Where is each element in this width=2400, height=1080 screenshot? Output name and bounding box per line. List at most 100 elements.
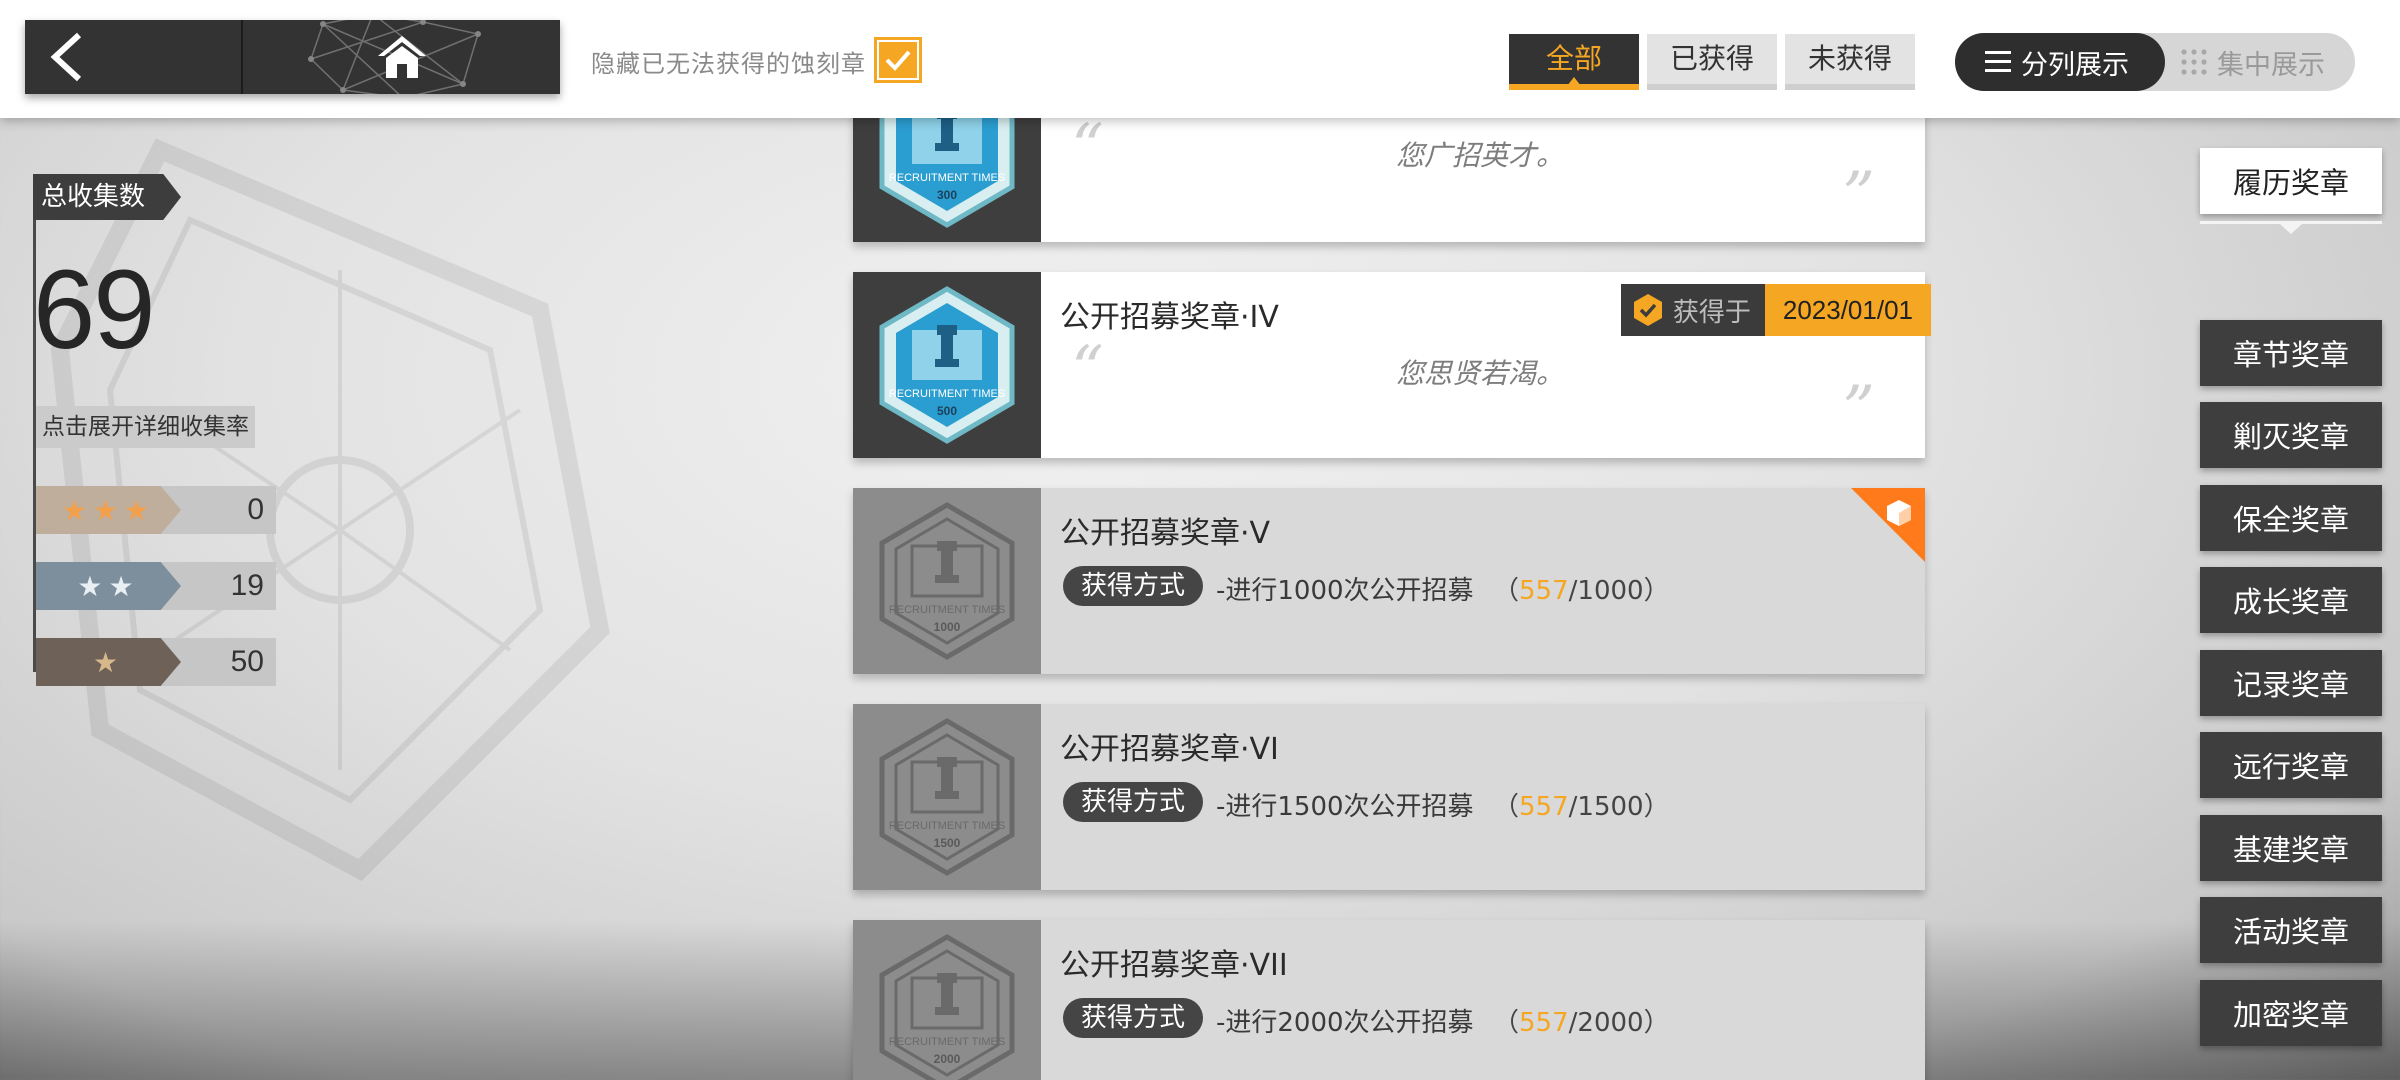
svg-text:1500: 1500 <box>934 836 961 850</box>
filter-tab-all[interactable]: 全部 <box>1509 34 1639 90</box>
hide-unobtainable-checkbox[interactable] <box>874 37 922 83</box>
three-star-icon: ★★★ <box>36 486 181 534</box>
view-mode-grid-button[interactable]: 集中展示 <box>2169 33 2355 91</box>
category-tab-annihilation[interactable]: 剿灭奖章 <box>2200 402 2382 468</box>
rarity-row-2-star: ★★ 19 <box>36 562 276 610</box>
recruitment-medal-locked-icon: RECRUITMENT TIMES 1000 <box>879 502 1015 660</box>
top-bar: 隐藏已无法获得的蚀刻章 全部 已获得 未获得 分列展示 集中展示 <box>0 0 2400 118</box>
svg-text:1000: 1000 <box>934 620 961 634</box>
medal-thumbnail: RECRUITMENT TIMES 500 <box>853 272 1041 458</box>
category-tab-contingency[interactable]: 保全奖章 <box>2200 485 2382 551</box>
obtained-label-box: 获得于 <box>1620 284 1765 336</box>
category-tab-record[interactable]: 记录奖章 <box>2200 650 2382 716</box>
recruitment-medal-locked-icon: RECRUITMENT TIMES 2000 <box>879 934 1015 1080</box>
progress-current: 557 <box>1519 576 1569 606</box>
category-tab-event[interactable]: 活动奖章 <box>2200 897 2382 963</box>
active-category-caret-icon <box>2280 224 2302 234</box>
rarity-count: 0 <box>247 493 264 526</box>
grid-icon <box>2181 49 2207 75</box>
filter-tab-obtained[interactable]: 已获得 <box>1647 34 1777 90</box>
svg-text:2000: 2000 <box>934 1052 961 1066</box>
filter-tab-not-obtained[interactable]: 未获得 <box>1785 34 1915 90</box>
category-tab-chapter[interactable]: 章节奖章 <box>2200 320 2382 386</box>
svg-text:RECRUITMENT TIMES: RECRUITMENT TIMES <box>889 604 1005 616</box>
svg-text:500: 500 <box>937 404 957 418</box>
home-button[interactable] <box>243 20 560 94</box>
medal-name: 公开招募奖章·V <box>1060 516 1271 551</box>
expand-collection-rate-button[interactable]: 点击展开详细收集率 <box>36 406 255 448</box>
checkbox-fill <box>879 42 917 78</box>
svg-text:RECRUITMENT TIMES: RECRUITMENT TIMES <box>889 820 1005 832</box>
acquire-method-text: -进行1000次公开招募 <box>1216 576 1474 606</box>
medal-thumbnail: RECRUITMENT TIMES 2000 <box>853 920 1041 1080</box>
svg-text:RECRUITMENT TIMES: RECRUITMENT TIMES <box>889 1036 1005 1048</box>
acquire-method-text: -进行2000次公开招募 <box>1216 1008 1474 1038</box>
acquire-method-pill: 获得方式 <box>1063 566 1204 606</box>
filter-tab-label: 全部 <box>1545 42 1602 75</box>
progress-total: /2000 <box>1568 1008 1644 1038</box>
category-tab-growth[interactable]: 成长奖章 <box>2200 567 2382 633</box>
category-tab-expedition[interactable]: 远行奖章 <box>2200 732 2382 798</box>
medal-card[interactable]: RECRUITMENT TIMES 1000 公开招募奖章·V 获得方式 -进行… <box>853 488 1925 674</box>
progress-total: /1500 <box>1568 792 1644 822</box>
medal-card[interactable]: RECRUITMENT TIMES 500 公开招募奖章·IV 获得于 2023… <box>853 272 1931 458</box>
category-tab-base[interactable]: 基建奖章 <box>2200 815 2382 881</box>
two-star-icon: ★★ <box>36 562 181 610</box>
list-icon <box>1985 51 2011 72</box>
recruitment-medal-locked-icon: RECRUITMENT TIMES 1500 <box>879 718 1015 876</box>
new-corner-badge-icon <box>1851 488 1925 562</box>
medal-thumbnail: RECRUITMENT TIMES 1500 <box>853 704 1041 890</box>
nav-button-group <box>25 20 560 94</box>
progress-current: 557 <box>1519 1008 1569 1038</box>
rarity-row-3-star: ★★★ 0 <box>36 486 276 534</box>
quote-close-icon: ” <box>1842 373 1875 447</box>
progress-text: （557/2000） <box>1493 1008 1670 1038</box>
medal-name: 公开招募奖章·VI <box>1060 732 1279 767</box>
medal-name: 公开招募奖章·IV <box>1060 300 1279 335</box>
category-tab-career[interactable]: 履历奖章 <box>2200 148 2382 214</box>
filter-tab-label: 未获得 <box>1807 42 1892 75</box>
back-arrow-icon <box>50 32 82 82</box>
view-mode-toggle: 分列展示 集中展示 <box>1955 33 2355 91</box>
progress-text: （557/1500） <box>1493 792 1670 822</box>
acquire-method-text: -进行1500次公开招募 <box>1216 792 1474 822</box>
total-collected-count: 69 <box>33 247 156 372</box>
one-star-icon: ★ <box>36 638 181 686</box>
active-caret-icon <box>1567 77 1581 86</box>
obtained-label: 获得于 <box>1672 297 1751 328</box>
rarity-row-1-star: ★ 50 <box>36 638 276 686</box>
medal-quote: 您广招英才。 <box>1396 139 1565 172</box>
obtained-date: 2023/01/01 <box>1764 284 1931 336</box>
back-button[interactable] <box>25 20 243 94</box>
recruitment-medal-icon: RECRUITMENT TIMES 500 <box>879 286 1015 444</box>
svg-text:300: 300 <box>937 188 957 202</box>
medal-card[interactable]: RECRUITMENT TIMES 2000 公开招募奖章·VII 获得方式 -… <box>853 920 1925 1080</box>
progress-text: （557/1000） <box>1493 576 1670 606</box>
progress-total: /1000 <box>1568 576 1644 606</box>
quote-open-icon: “ <box>1071 111 1104 185</box>
checkmark-icon <box>885 50 911 71</box>
quote-close-icon: ” <box>1842 159 1875 233</box>
filter-tab-label: 已获得 <box>1669 42 1754 75</box>
acquire-method-pill: 获得方式 <box>1063 782 1204 822</box>
obtained-date-tag: 获得于 2023/01/01 <box>1620 284 1931 336</box>
rarity-count: 19 <box>230 569 264 602</box>
category-tab-encrypted[interactable]: 加密奖章 <box>2200 980 2382 1046</box>
rarity-count: 50 <box>230 645 264 678</box>
progress-current: 557 <box>1519 792 1569 822</box>
obtained-check-icon <box>1633 294 1662 326</box>
svg-text:RECRUITMENT TIMES: RECRUITMENT TIMES <box>889 172 1005 184</box>
home-icon <box>377 36 426 78</box>
medal-quote: 您思贤若渴。 <box>1396 357 1565 390</box>
medal-card[interactable]: RECRUITMENT TIMES 1500 公开招募奖章·VI 获得方式 -进… <box>853 704 1925 890</box>
medal-name: 公开招募奖章·VII <box>1060 948 1288 983</box>
stats-header: 总收集数 <box>33 174 181 220</box>
view-mode-label: 集中展示 <box>2217 49 2325 81</box>
view-mode-list-button[interactable]: 分列展示 <box>1955 33 2165 91</box>
hide-unobtainable-label: 隐藏已无法获得的蚀刻章 <box>591 50 866 78</box>
svg-text:RECRUITMENT TIMES: RECRUITMENT TIMES <box>889 388 1005 400</box>
medal-thumbnail: RECRUITMENT TIMES 1000 <box>853 488 1041 674</box>
acquire-method-pill: 获得方式 <box>1063 998 1204 1038</box>
view-mode-label: 分列展示 <box>2021 49 2129 81</box>
quote-open-icon: “ <box>1071 333 1104 407</box>
